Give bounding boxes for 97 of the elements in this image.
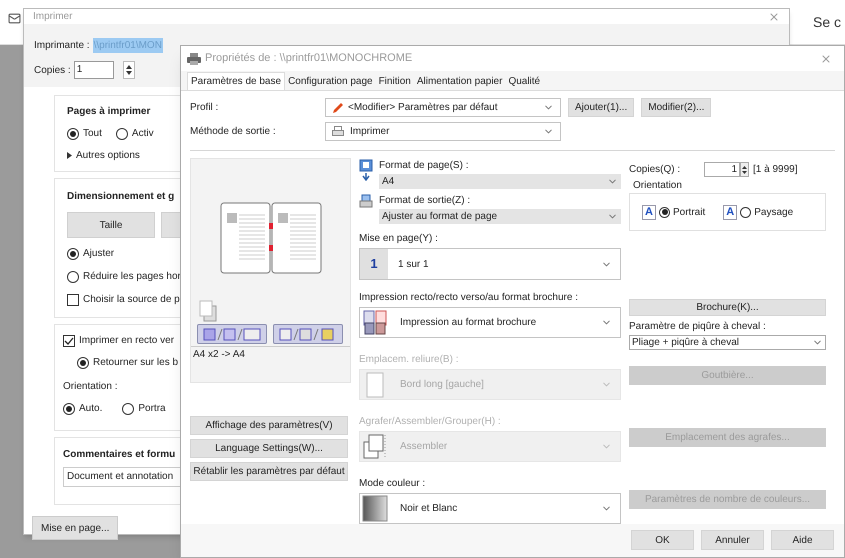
dropdown-value: Noir et Blanc	[400, 502, 458, 516]
copies-field[interactable]: 1	[704, 162, 740, 177]
settings-button[interactable]: Rétablir les paramètres par défaut	[190, 462, 348, 481]
radio-button[interactable]	[77, 356, 89, 368]
field-label: Mode couleur :	[359, 477, 426, 491]
orientation-label: Orientation :	[63, 380, 118, 394]
page-stack-icon	[199, 300, 217, 322]
checkbox[interactable]	[67, 294, 79, 306]
window-title: Imprimer	[33, 10, 72, 24]
section-heading: Pages à imprimer	[67, 105, 150, 119]
copies-range: [1 à 9999]	[753, 163, 798, 177]
more-options-link[interactable]: Autres options	[76, 148, 140, 163]
dropdown-value: Assembler	[400, 440, 448, 454]
tab[interactable]: Configuration page	[285, 75, 376, 90]
setting-dropdown[interactable]: Impression au format brochure	[359, 307, 621, 338]
copies-label: Copies :	[34, 64, 71, 78]
radio-button[interactable]	[67, 128, 79, 140]
printer-label: Imprimante :	[34, 39, 90, 53]
radio-label: Retourner sur les b	[93, 356, 178, 370]
tray-icon	[359, 194, 373, 208]
orientation-icon: A	[642, 204, 656, 220]
profile-dropdown[interactable]: <Modifier> Paramètres par défaut	[325, 98, 561, 117]
radio-label: Ajuster	[83, 247, 114, 261]
radio-button[interactable]	[740, 206, 752, 218]
radio-button[interactable]	[67, 248, 79, 260]
tab[interactable]: Paramètres de base	[187, 72, 286, 90]
saddle-stitch-dropdown[interactable]: Pliage + piqûre à cheval	[629, 335, 826, 350]
radio-label: Portrait	[673, 206, 706, 220]
setting-dropdown[interactable]: Noir et Blanc	[359, 493, 621, 524]
close-icon[interactable]	[768, 10, 780, 22]
field-label: Format de page(S) :	[379, 159, 470, 173]
header-text: Se c	[812, 13, 841, 32]
dialog-button[interactable]: OK	[631, 530, 694, 550]
pencil-icon	[332, 102, 344, 114]
spinner[interactable]	[122, 61, 135, 79]
layout-mode-button[interactable]	[197, 324, 267, 344]
dropdown-value: Impression au format brochure	[400, 316, 538, 330]
profile-label: Profil :	[190, 101, 220, 115]
layout-dropdown[interactable]: 1 1 sur 1	[359, 248, 621, 280]
profile-button[interactable]: Modifier(2)...	[641, 98, 712, 117]
close-icon[interactable]	[820, 52, 832, 64]
radio-button[interactable]	[63, 402, 75, 414]
page-size-dropdown[interactable]: A4	[379, 174, 621, 189]
page-setup-button[interactable]: Mise en page...	[32, 516, 118, 540]
field-label: Agrafer/Assembler/Grouper(H) :	[359, 415, 502, 429]
radio-label: Paysage	[754, 206, 794, 220]
radio-label: Réduire les pages hor	[83, 270, 181, 284]
checkbox[interactable]	[63, 334, 75, 346]
section-heading: Commentaires et formu	[63, 448, 176, 462]
gradient-swatch-icon	[362, 495, 388, 522]
section-heading: Dimensionnement et g	[67, 190, 174, 204]
field-label: Paramètre de piqûre à cheval :	[629, 320, 766, 334]
page-size-icon	[359, 159, 373, 181]
radio-button[interactable]	[659, 206, 670, 218]
stacked-pages-icon	[363, 434, 387, 460]
radio-label: Activ	[132, 127, 154, 141]
spinner[interactable]	[740, 162, 749, 177]
printer-icon	[332, 126, 344, 137]
dialog-button[interactable]: Aide	[771, 530, 834, 550]
field-label: Format de sortie(Z) :	[379, 194, 472, 208]
radio-label: Tout	[83, 127, 102, 141]
booklet-button[interactable]: Brochure(K)...	[629, 299, 826, 316]
radio-button[interactable]	[67, 270, 79, 282]
copies-label: Copies(Q) :	[629, 163, 682, 177]
page-count-icon: 1	[360, 249, 388, 279]
output-method-dropdown[interactable]: Imprimer	[325, 122, 561, 141]
size-tab[interactable]: Taille	[67, 212, 155, 238]
radio-label: Portra	[138, 402, 166, 416]
output-size-dropdown[interactable]: Ajuster au format de page	[379, 209, 621, 224]
orientation-icon: A	[723, 204, 738, 220]
tab[interactable]: Alimentation papier	[414, 75, 506, 90]
settings-button[interactable]: Affichage des paramètres(V)	[190, 416, 348, 435]
copies-field[interactable]: 1	[74, 61, 114, 79]
profile-button[interactable]: Ajouter(1)...	[568, 98, 634, 117]
expand-triangle-icon[interactable]	[67, 152, 72, 159]
radio-button[interactable]	[116, 128, 128, 140]
dropdown-value: Bord long [gauche]	[400, 378, 485, 392]
printer-icon	[187, 52, 201, 64]
radio-label: Auto.	[79, 402, 102, 416]
tab[interactable]: Qualité	[505, 75, 544, 90]
tab[interactable]: Finition	[376, 75, 414, 90]
window-title: Propriétés de : \\printfr01\MONOCHROME	[205, 51, 412, 66]
radio-button[interactable]	[122, 402, 134, 414]
field-label: Mise en page(Y) :	[359, 232, 439, 246]
field-label: Impression recto/recto verso/au format brochure :	[359, 291, 579, 305]
color-mode-button[interactable]	[273, 324, 343, 344]
mail-icon[interactable]	[8, 12, 21, 25]
booklet-icon	[362, 310, 388, 336]
field-label: Emplacem. reliure(B) :	[359, 353, 460, 367]
checkbox-label: Imprimer en recto ver	[79, 334, 174, 348]
dialog-button[interactable]: Annuler	[701, 530, 764, 550]
group-legend: Orientation	[633, 178, 826, 193]
output-method-label: Méthode de sortie :	[190, 125, 277, 139]
settings-button[interactable]: Language Settings(W)...	[190, 439, 348, 458]
page-icon	[366, 372, 384, 398]
page-layout-icon	[202, 328, 262, 340]
checkbox-label: Choisir la source de p	[83, 293, 180, 307]
